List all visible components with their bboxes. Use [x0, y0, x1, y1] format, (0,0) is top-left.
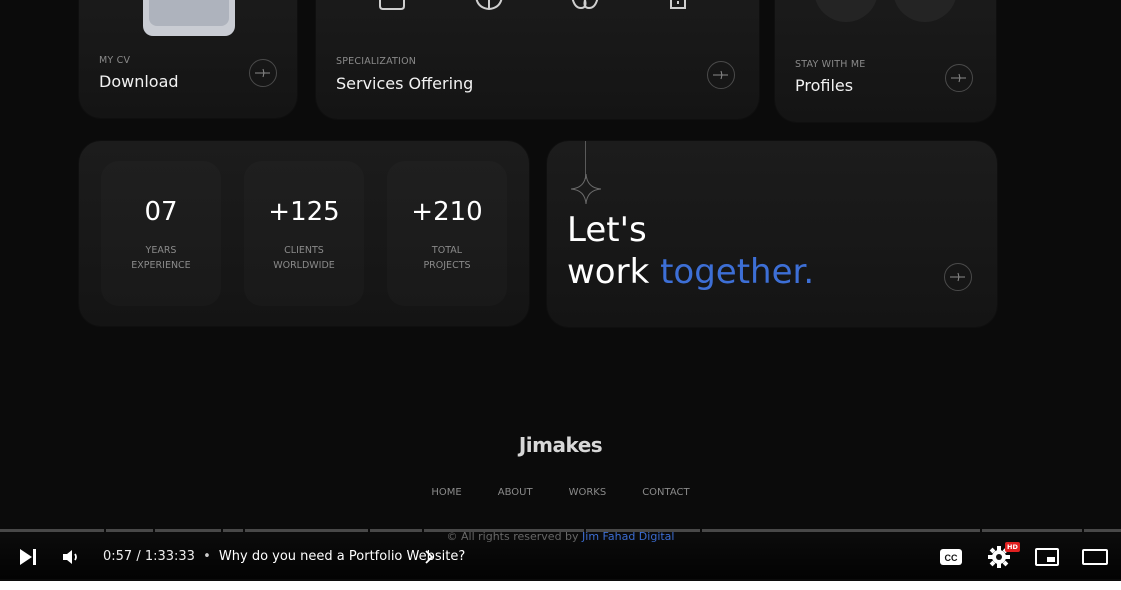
service-icon-2 — [475, 0, 503, 10]
footer-nav-works[interactable]: WORKS — [569, 487, 607, 498]
stat-value: 07 — [144, 197, 178, 227]
theater-mode-button[interactable] — [1076, 535, 1114, 579]
contact-arrow-button[interactable] — [944, 263, 972, 291]
stat-label-line1: YEARS — [145, 245, 177, 256]
cv-card[interactable]: MY CV Download — [79, 0, 297, 118]
footer-nav-contact[interactable]: CONTACT — [642, 487, 689, 498]
hd-badge: HD — [1005, 542, 1020, 552]
services-card[interactable]: SPECIALIZATION Services Offering — [316, 0, 759, 119]
player-controls: 0:57 / 1:33:33 • Why do you need a Portf… — [0, 535, 1121, 579]
volume-icon — [63, 550, 77, 564]
stat-value: +125 — [268, 197, 340, 227]
footer-nav-home[interactable]: HOME — [431, 487, 461, 498]
page-bottom-band — [0, 581, 1121, 590]
cv-arrow-button[interactable] — [249, 59, 277, 87]
chapter-segment[interactable] — [244, 529, 369, 532]
contact-line2-accent: together. — [660, 252, 815, 292]
stats-card: 07 YEARS EXPERIENCE +125 CLIENTS WORLDWI… — [79, 141, 529, 326]
arrow-circle-icon — [713, 70, 728, 80]
next-icon — [20, 549, 36, 565]
cv-illustration — [143, 0, 235, 36]
chapter-separator: • — [203, 549, 211, 564]
service-icon-3 — [571, 0, 599, 10]
contact-headline: Let's work together. — [567, 209, 814, 293]
footer-nav: HOME ABOUT WORKS CONTACT — [0, 487, 1121, 498]
captions-button[interactable]: CC — [932, 535, 970, 579]
arrow-circle-icon — [951, 73, 966, 83]
stat-label-line1: CLIENTS — [284, 245, 324, 256]
arrow-circle-icon — [950, 272, 965, 282]
services-title: Services Offering — [336, 74, 474, 93]
chapter-segment[interactable] — [1084, 529, 1121, 532]
stat-label: TOTAL PROJECTS — [387, 243, 507, 273]
star-icon — [571, 174, 601, 204]
chapter-segment[interactable] — [424, 529, 584, 532]
service-icon-4 — [670, 0, 686, 9]
services-kicker: SPECIALIZATION — [336, 56, 417, 67]
chapter-segment[interactable] — [222, 529, 243, 532]
chapter-segment[interactable] — [105, 529, 153, 532]
stat-label: CLIENTS WORLDWIDE — [244, 243, 364, 273]
profiles-arrow-button[interactable] — [945, 64, 973, 92]
profile-social-icon-1[interactable] — [814, 0, 878, 22]
contact-line1: Let's — [567, 210, 647, 250]
chapter-segment[interactable] — [154, 529, 221, 532]
cv-title: Download — [99, 72, 179, 91]
stat-clients: +125 CLIENTS WORLDWIDE — [244, 161, 364, 306]
contact-line2: work together. — [567, 251, 814, 293]
profiles-card[interactable]: STAY WITH ME Profiles — [775, 0, 996, 122]
chapter-segment[interactable] — [0, 529, 104, 532]
footer-logo[interactable]: Jimakes — [0, 433, 1121, 457]
stat-value: +210 — [411, 197, 483, 227]
time-display: 0:57 / 1:33:33 — [103, 549, 195, 564]
profile-social-icon-2[interactable] — [893, 0, 957, 22]
chapter-segment[interactable] — [701, 529, 981, 532]
stat-label-line2: PROJECTS — [423, 260, 471, 271]
profiles-kicker: STAY WITH ME — [795, 59, 866, 70]
page: MY CV Download SPECIALIZATION Services O… — [0, 0, 1121, 590]
chapter-segment[interactable] — [370, 529, 423, 532]
svg-text:CC: CC — [945, 553, 958, 563]
stat-label-line1: TOTAL — [431, 245, 463, 256]
time-and-chapter: 0:57 / 1:33:33 • Why do you need a Portf… — [103, 549, 465, 564]
volume-button[interactable] — [54, 535, 90, 579]
progress-bar[interactable] — [0, 529, 1121, 532]
profiles-title: Profiles — [795, 76, 854, 95]
chapter-segment[interactable] — [585, 529, 700, 532]
cv-kicker: MY CV — [99, 55, 131, 66]
chevron-right-icon[interactable] — [424, 549, 434, 565]
stat-label-line2: EXPERIENCE — [131, 260, 191, 271]
services-arrow-button[interactable] — [707, 61, 735, 89]
miniplayer-icon — [1035, 548, 1059, 566]
captions-icon: CC — [940, 549, 962, 565]
theater-icon — [1082, 549, 1108, 565]
miniplayer-button[interactable] — [1028, 535, 1066, 579]
stat-years: 07 YEARS EXPERIENCE — [101, 161, 221, 306]
stat-label-line2: WORLDWIDE — [273, 260, 335, 271]
contact-card[interactable]: Let's work together. — [547, 141, 997, 327]
stat-label: YEARS EXPERIENCE — [101, 243, 221, 273]
next-button[interactable] — [8, 535, 48, 579]
footer-nav-about[interactable]: ABOUT — [498, 487, 533, 498]
arrow-circle-icon — [255, 68, 270, 78]
stat-projects: +210 TOTAL PROJECTS — [387, 161, 507, 306]
service-icon-1 — [379, 0, 405, 10]
chapter-segment[interactable] — [982, 529, 1083, 532]
contact-line2-plain: work — [567, 252, 650, 292]
